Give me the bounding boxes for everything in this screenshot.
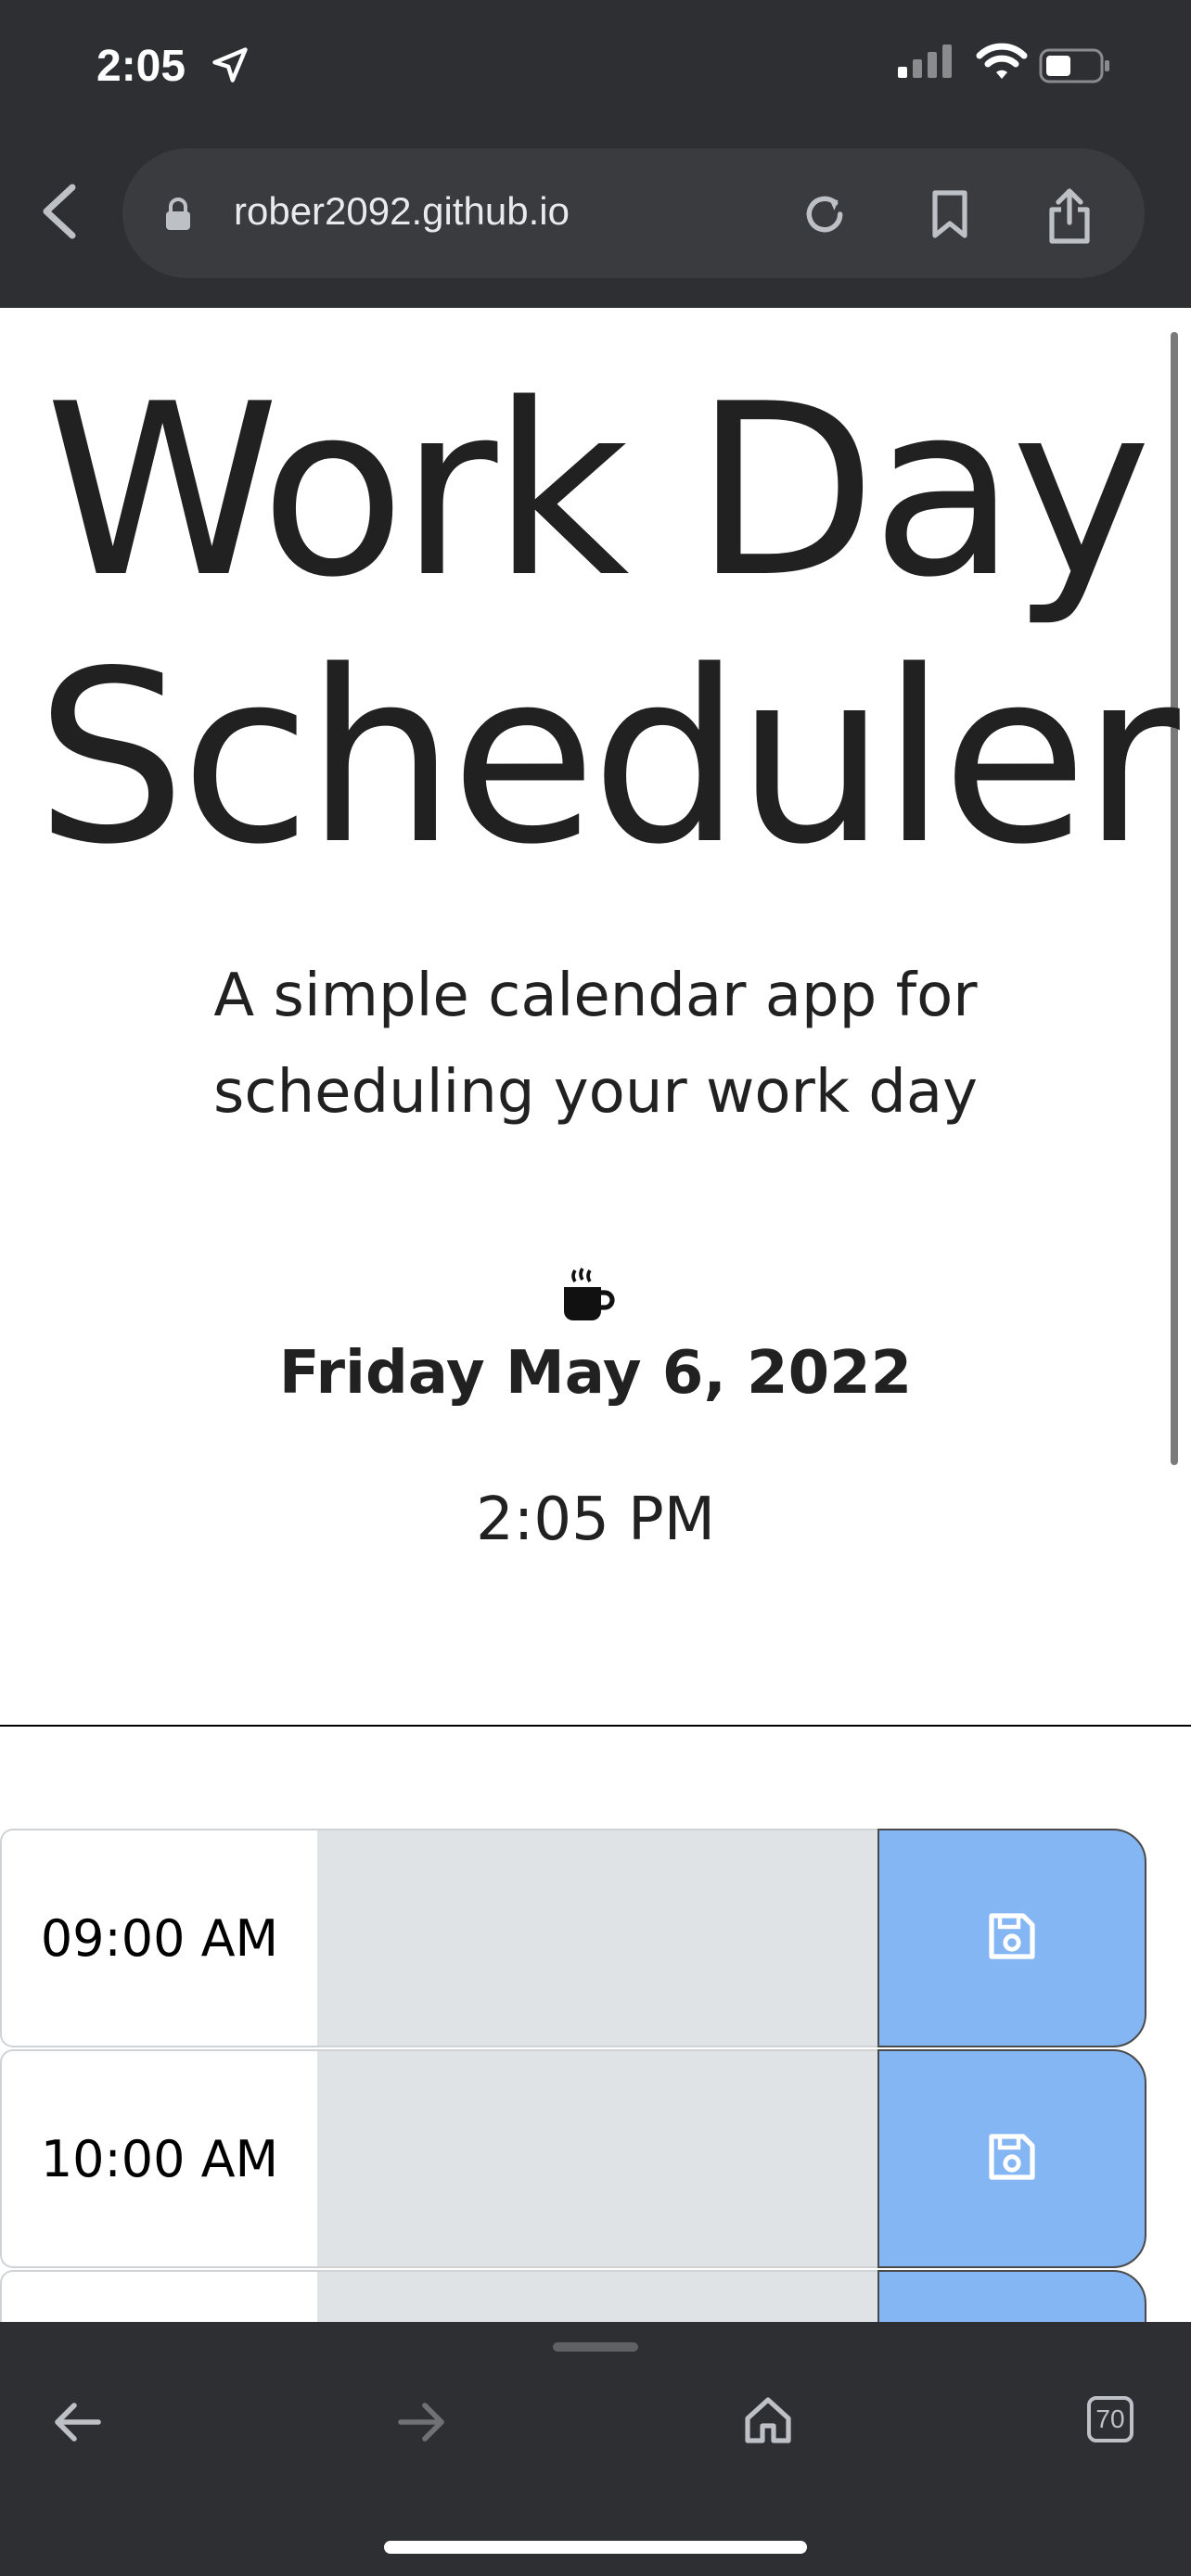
browser-toolbar: rober2092.github.io — [0, 139, 1191, 308]
page-content: Work Day Scheduler A simple calendar app… — [0, 308, 1191, 2322]
save-icon — [988, 1912, 1036, 1965]
browser-back-icon[interactable] — [35, 182, 83, 246]
current-date: Friday May 6, 2022 — [278, 1339, 913, 1408]
save-button[interactable] — [877, 2049, 1146, 2268]
lock-icon — [163, 197, 193, 236]
event-description-input[interactable] — [317, 2270, 877, 2322]
home-indicator — [384, 2541, 807, 2554]
page-title-line1: Work Day — [45, 353, 1151, 630]
time-block-row: 09:00 AM — [0, 1829, 1148, 2047]
home-icon[interactable] — [742, 2394, 794, 2451]
hour-label — [0, 2270, 319, 2322]
share-icon[interactable] — [1046, 187, 1093, 249]
cellular-signal-icon — [898, 43, 954, 84]
save-button[interactable] — [877, 1829, 1146, 2047]
browser-bottom-bar: 70 — [0, 2322, 1191, 2576]
url-text[interactable]: rober2092.github.io — [234, 189, 570, 234]
tab-switcher-button[interactable]: 70 — [1087, 2396, 1133, 2442]
location-arrow-icon — [210, 45, 250, 90]
hour-label: 09:00 AM — [0, 1829, 319, 2047]
coffee-cup-icon — [560, 1267, 616, 1331]
sheet-grabber[interactable] — [553, 2342, 638, 2352]
status-bar: 2:05 — [0, 0, 1191, 139]
subtitle-line1: A simple calendar app for — [213, 962, 978, 1030]
save-icon — [988, 2133, 1036, 2186]
reload-icon[interactable] — [801, 191, 848, 242]
address-bar[interactable]: rober2092.github.io — [122, 148, 1145, 278]
event-description-input[interactable] — [317, 1829, 877, 2047]
page-title-line2: Scheduler — [35, 620, 1180, 897]
page-subtitle: A simple calendar app for scheduling you… — [0, 948, 1191, 1141]
save-button[interactable] — [877, 2270, 1146, 2322]
header-divider — [0, 1725, 1191, 1727]
status-time: 2:05 — [96, 42, 186, 91]
time-block-row — [0, 2270, 1148, 2322]
current-time: 2:05 PM — [476, 1486, 715, 1554]
nav-forward-icon[interactable] — [395, 2396, 447, 2453]
schedule-list: 09:00 AM 10:00 AM — [0, 1829, 1148, 2322]
hour-label: 10:00 AM — [0, 2049, 319, 2268]
subtitle-line2: scheduling your work day — [213, 1058, 978, 1127]
time-block-row: 10:00 AM — [0, 2049, 1148, 2268]
event-description-input[interactable] — [317, 2049, 877, 2268]
nav-back-icon[interactable] — [52, 2396, 104, 2453]
bookmark-icon[interactable] — [929, 189, 970, 244]
battery-icon — [1039, 48, 1113, 90]
wifi-icon — [976, 43, 1028, 86]
